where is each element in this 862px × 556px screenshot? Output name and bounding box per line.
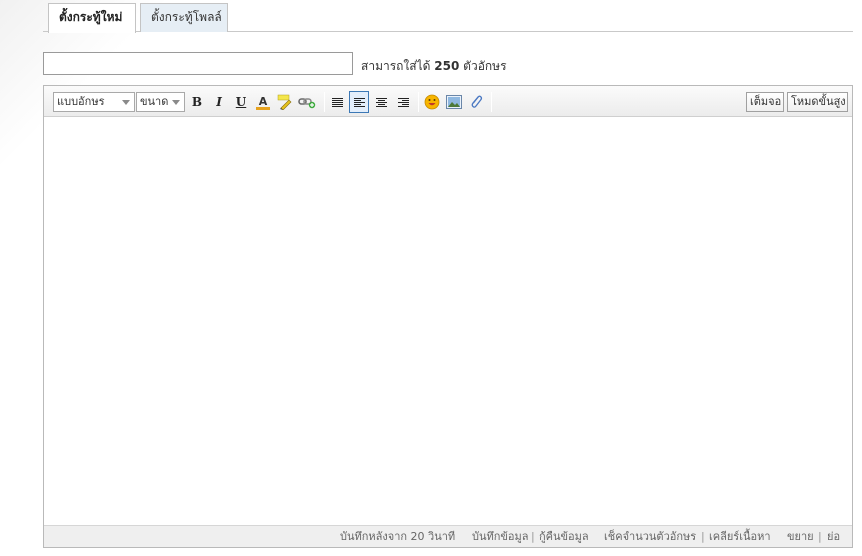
spellcheck-icon [277,94,292,110]
toolbar-separator [491,92,492,112]
fullscreen-button[interactable]: เต็มจอ [746,92,784,112]
check-length-link[interactable]: เช็คจำนวนตัวอักษร [604,526,696,547]
autosave-status: บันทึกหลังจาก 20 วินาที [340,530,456,543]
title-hint-count: 250 [434,59,460,73]
toolbar-separator [324,92,325,112]
image-icon [446,95,462,109]
font-family-select[interactable]: แบบอักษร [53,92,135,112]
attach-file-button[interactable] [466,91,486,113]
italic-button[interactable]: I [209,91,229,113]
paperclip-icon [471,95,483,108]
topic-title-input[interactable] [43,52,353,75]
insert-link-button[interactable] [297,91,317,113]
expand-link[interactable]: ขยาย [787,526,814,547]
underline-button[interactable]: U [231,91,251,113]
clear-content-link[interactable]: เคลียร์เนื้อหา [709,526,771,547]
chevron-down-icon [122,100,130,105]
text-color-button[interactable]: A [253,91,273,113]
link-icon [298,98,316,109]
separator: | [701,530,705,543]
advanced-mode-button[interactable]: โหมดขั้นสูง [787,92,848,112]
smiley-icon [424,94,440,110]
toolbar-separator [418,92,419,112]
shrink-link[interactable]: ย่อ [827,526,840,547]
align-right-icon [397,97,409,108]
align-center-icon [375,97,387,108]
font-size-select[interactable]: ขนาด [136,92,185,112]
editor-content-area[interactable] [44,117,852,525]
align-justify-icon [331,97,343,108]
title-length-hint: สามารถใส่ได้ 250 ตัวอักษร [361,57,507,76]
chevron-down-icon [172,100,180,105]
align-left-button[interactable] [349,91,369,113]
save-data-link[interactable]: บันทึกข้อมูล [472,526,529,547]
align-right-button[interactable] [393,91,413,113]
restore-data-link[interactable]: กู้คืนข้อมูล [539,526,589,547]
separator: | [531,530,535,543]
tab-new-topic[interactable]: ตั้งกระทู้ใหม่ [48,3,136,33]
title-hint-suffix: ตัวอักษร [463,59,507,73]
insert-image-button[interactable] [444,91,464,113]
tab-bar: ตั้งกระทู้ใหม่ ตั้งกระทู้โพลล์ [43,0,853,33]
text-color-icon: A [256,94,270,110]
align-center-button[interactable] [371,91,391,113]
font-family-select-label: แบบอักษร [57,95,105,108]
bold-button[interactable]: B [187,91,207,113]
tab-new-poll[interactable]: ตั้งกระทู้โพลล์ [140,3,228,32]
editor-toolbar: แบบอักษร ขนาด B I U A เต็มจอ โหมดขั้นสูง [44,86,852,117]
justify-button[interactable] [327,91,347,113]
separator: | [818,530,822,543]
font-size-select-label: ขนาด [140,95,169,108]
title-hint-prefix: สามารถใส่ได้ [361,59,431,73]
emoticon-button[interactable] [422,91,442,113]
editor-statusbar: บันทึกหลังจาก 20 วินาที บันทึกข้อมูล | ก… [44,525,852,547]
align-left-icon [353,97,365,108]
spellcheck-button[interactable] [275,91,295,113]
rich-text-editor: แบบอักษร ขนาด B I U A เต็มจอ โหมดขั้นสูง… [43,85,853,548]
